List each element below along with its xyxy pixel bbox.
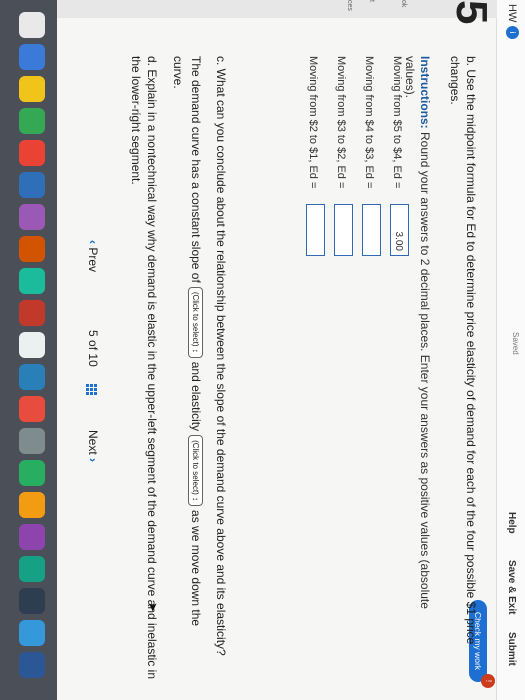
app-icon[interactable] bbox=[19, 524, 45, 550]
gutter-label: ok bbox=[400, 0, 407, 8]
question-b-prompt: b. Use the midpoint formula for Ed to de… bbox=[464, 56, 478, 645]
app-icon[interactable] bbox=[19, 620, 45, 646]
app-icon[interactable] bbox=[19, 44, 45, 70]
app-icon[interactable] bbox=[19, 460, 45, 486]
instructions: Instructions: Round your answers to 2 de… bbox=[402, 56, 432, 636]
mouse-cursor-icon: ➤ bbox=[146, 602, 160, 613]
app-icon[interactable] bbox=[19, 268, 45, 294]
answer-text: as we move down the bbox=[189, 510, 203, 627]
app-icon[interactable] bbox=[19, 76, 45, 102]
ed-row-label: Moving from $4 to $3, Ed = bbox=[363, 56, 375, 189]
ed-input[interactable] bbox=[334, 204, 353, 256]
app-icon[interactable] bbox=[19, 556, 45, 582]
info-icon[interactable]: i bbox=[506, 26, 519, 39]
prev-label: Prev bbox=[86, 247, 100, 273]
app-icon[interactable] bbox=[19, 428, 45, 454]
ed-input[interactable]: 3.00 bbox=[390, 204, 409, 256]
assignment-label: HW bbox=[506, 4, 518, 23]
gutter-label: ces bbox=[346, 0, 353, 11]
question-number: 5 bbox=[447, 0, 496, 25]
ed-row-label: Moving from $5 to $4, Ed = bbox=[391, 56, 403, 189]
ed-row-label: Moving from $3 to $2, Ed = bbox=[335, 56, 347, 189]
ed-input[interactable] bbox=[362, 204, 381, 256]
page-total: 10 bbox=[86, 353, 100, 367]
left-gutter bbox=[57, 0, 497, 18]
question-c-answer: The demand curve has a constant slope of… bbox=[169, 56, 205, 676]
app-icon[interactable] bbox=[19, 172, 45, 198]
app-icon[interactable] bbox=[19, 108, 45, 134]
question-d-prompt-cont: the lower-right segment. bbox=[129, 56, 143, 185]
answer-text: curve. bbox=[171, 56, 185, 89]
elasticity-select[interactable]: (Click to select) ↕ bbox=[187, 435, 203, 507]
app-icon[interactable] bbox=[19, 332, 45, 358]
app-icon[interactable] bbox=[19, 204, 45, 230]
page-of: of bbox=[86, 340, 100, 351]
question-b-prompt-cont: changes. bbox=[448, 56, 462, 105]
app-icon[interactable] bbox=[19, 364, 45, 390]
question-c-prompt: c. What can you conclude about the relat… bbox=[214, 56, 228, 656]
app-icon[interactable] bbox=[19, 236, 45, 262]
next-button[interactable]: Next › bbox=[86, 430, 100, 462]
select-arrows-icon: ↕ bbox=[190, 497, 200, 502]
top-bar: HW i Saved Help Save & Exit Submit bbox=[496, 0, 525, 700]
prev-button[interactable]: ‹ Prev bbox=[86, 240, 100, 272]
app-icon[interactable] bbox=[19, 652, 45, 678]
select-label: (Click to select) bbox=[190, 440, 200, 495]
app-icon[interactable] bbox=[19, 140, 45, 166]
save-exit-button[interactable]: Save & Exit bbox=[506, 560, 517, 614]
app-icon[interactable] bbox=[19, 12, 45, 38]
page-indicator: 5 of 10 bbox=[86, 330, 100, 367]
page-current: 5 bbox=[86, 330, 100, 337]
select-label: (Click to select) bbox=[190, 291, 200, 347]
app-icon[interactable] bbox=[19, 588, 45, 614]
app-icon[interactable] bbox=[19, 300, 45, 326]
answer-text: and elasticity bbox=[189, 361, 203, 432]
ed-input[interactable] bbox=[306, 204, 325, 256]
chevron-left-icon: ‹ bbox=[86, 240, 100, 244]
question-d-prompt: d. Explain in a nontechnical way why dem… bbox=[145, 56, 159, 680]
submit-button[interactable]: Submit bbox=[506, 632, 517, 666]
slope-select[interactable]: (Click to select) ↕ bbox=[187, 286, 203, 358]
answer-text: The demand curve has a constant slope of bbox=[189, 56, 203, 283]
help-button[interactable]: Help bbox=[506, 512, 517, 534]
app-icon[interactable] bbox=[19, 492, 45, 518]
gutter-label: t bbox=[368, 0, 375, 2]
chevron-right-icon: › bbox=[86, 458, 100, 463]
ed-row-label: Moving from $2 to $1, Ed = bbox=[307, 56, 319, 189]
instructions-text: Round your answers to 2 decimal places. … bbox=[403, 56, 432, 609]
check-count-badge: ! bbox=[481, 674, 495, 688]
saved-status: Saved bbox=[511, 332, 520, 355]
screen: HW i Saved Help Save & Exit Submit Check… bbox=[0, 0, 525, 700]
os-dock bbox=[0, 0, 57, 700]
select-arrows-icon: ↕ bbox=[190, 348, 200, 353]
instructions-label: Instructions: bbox=[418, 56, 432, 129]
next-label: Next bbox=[86, 430, 100, 455]
grid-icon[interactable] bbox=[86, 384, 97, 396]
app-icon[interactable] bbox=[19, 396, 45, 422]
